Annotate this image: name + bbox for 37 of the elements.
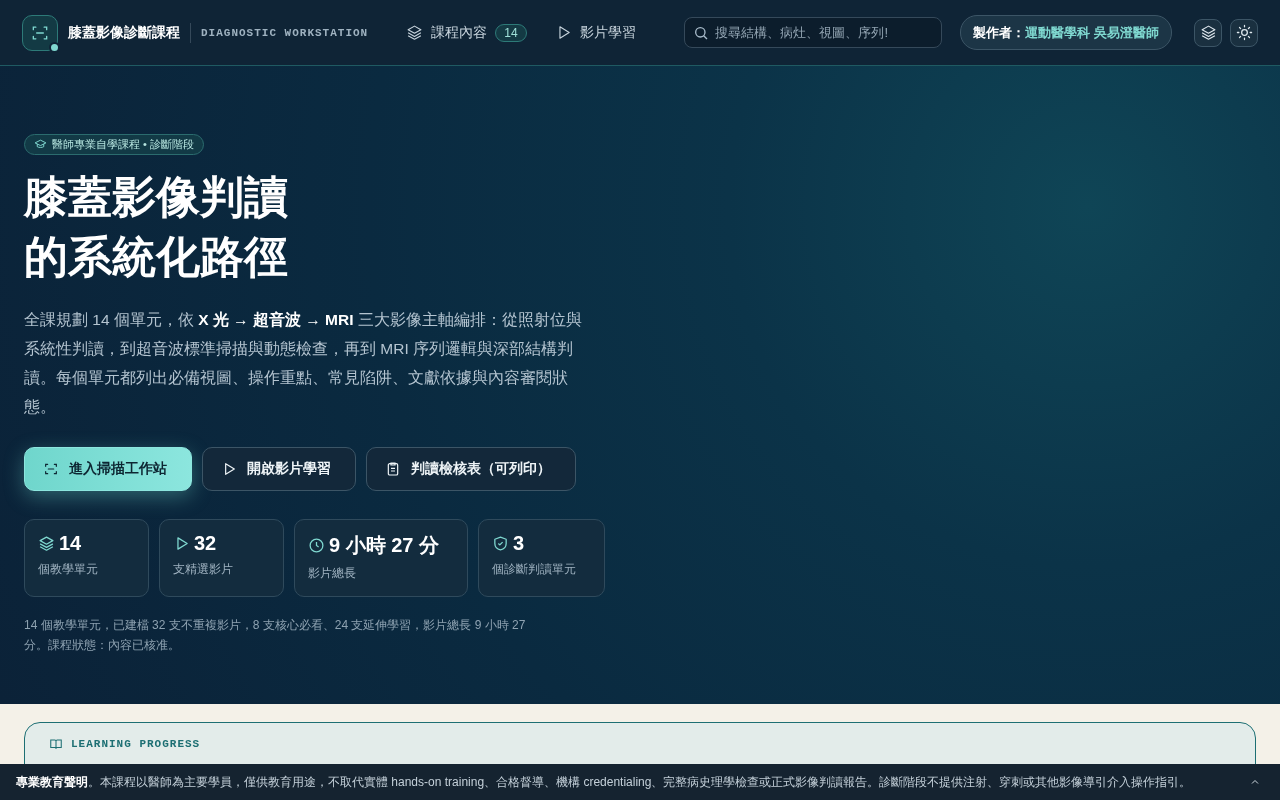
- stat-label: 影片總長: [308, 565, 357, 582]
- stat-label: 個診斷判讀單元: [492, 561, 577, 578]
- stat-label: 支精選影片: [173, 561, 234, 578]
- stat-value: 9 小時 27 分: [329, 533, 440, 558]
- clock-icon: [308, 537, 325, 554]
- nav-link[interactable]: 影片學習: [554, 23, 636, 42]
- count-badge: 14: [495, 23, 527, 42]
- author-chip: 製作者：運動醫學科 吳易澄醫師: [960, 15, 1172, 50]
- disclaimer-text: 專業教育聲明。本課程以醫師為主要學員，僅供教育用途，不取代實體 hands-on training、合格督導、機構 credentialing、完整病史理學檢查或正式影像判讀報告。診斷階段不提供注射、穿刺或其他影像導引介入操作指引。: [16, 773, 1193, 791]
- layers-icon: [38, 535, 55, 552]
- stat-value: 14: [59, 532, 82, 555]
- action-button[interactable]: 判讀檢核表（可列印）: [366, 447, 576, 491]
- layers-icon: [406, 24, 424, 41]
- clipboard-icon: [385, 461, 401, 477]
- hero-title: 膝蓋影像判讀 的系統化路徑: [24, 171, 289, 283]
- stat-value: 3: [513, 532, 525, 555]
- stat-label: 個教學單元: [38, 561, 99, 578]
- summary-text: 14 個教學單元，已建檔 32 支不重複影片，8 支核心必看、24 支延伸學習，影片總長 9 小時 27 分。課程狀態：內容已核准。: [24, 617, 527, 654]
- action-button[interactable]: 開啟影片學習: [202, 447, 356, 491]
- graduation-cap-icon: [34, 138, 47, 151]
- action-button[interactable]: 進入掃描工作站: [24, 447, 192, 491]
- intro-paragraph: 全課規劃 14 個單元，依 X 光 → 超音波 → MRI 三大影像主軸編排：從照射位與系統性判讀，到超音波標準掃描與動態檢查，再到 MRI 序列邏輯與深部結構判讀。每個單元都列出必備視圖、操作重點、常見陷阱、文獻依據與內容審閱狀態。: [24, 310, 583, 417]
- layers-button[interactable]: [1194, 18, 1222, 47]
- brand-title: 膝蓋影像診斷課程: [68, 23, 180, 42]
- search-field[interactable]: 搜尋結構、病灶、視圖、序列!: [684, 17, 943, 48]
- layers-icon: [1199, 24, 1217, 41]
- section-heading: LEARNING PROGRESS: [71, 738, 201, 750]
- nav-link[interactable]: 課程內容 14: [406, 23, 527, 42]
- stat-value: 32: [194, 532, 217, 555]
- scan-frame-icon: [43, 461, 59, 477]
- search-icon: [693, 25, 710, 41]
- sun-icon: [1235, 24, 1253, 41]
- shield-check-icon: [492, 535, 510, 552]
- theme-toggle-button[interactable]: [1230, 18, 1258, 47]
- tag-text: 醫師專業自學課程 • 診斷階段: [52, 137, 194, 152]
- book-icon: [49, 737, 63, 751]
- brand-subtitle: DIAGNOSTIC WORKSTATION: [201, 26, 369, 39]
